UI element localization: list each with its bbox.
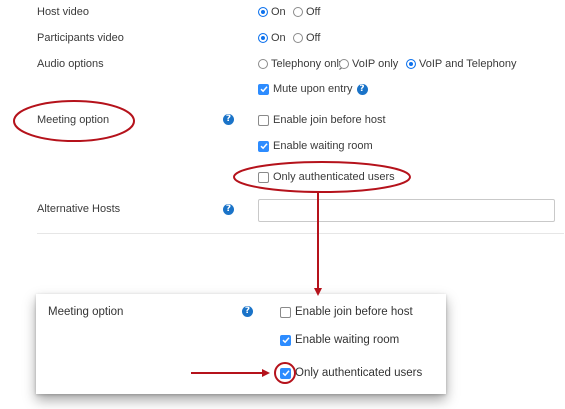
highlight-ellipse-meeting-option xyxy=(13,100,135,142)
highlight-ellipse-only-authenticated xyxy=(233,161,411,193)
highlight-circle-checkbox xyxy=(274,362,296,384)
annotation-overlay xyxy=(13,100,411,384)
